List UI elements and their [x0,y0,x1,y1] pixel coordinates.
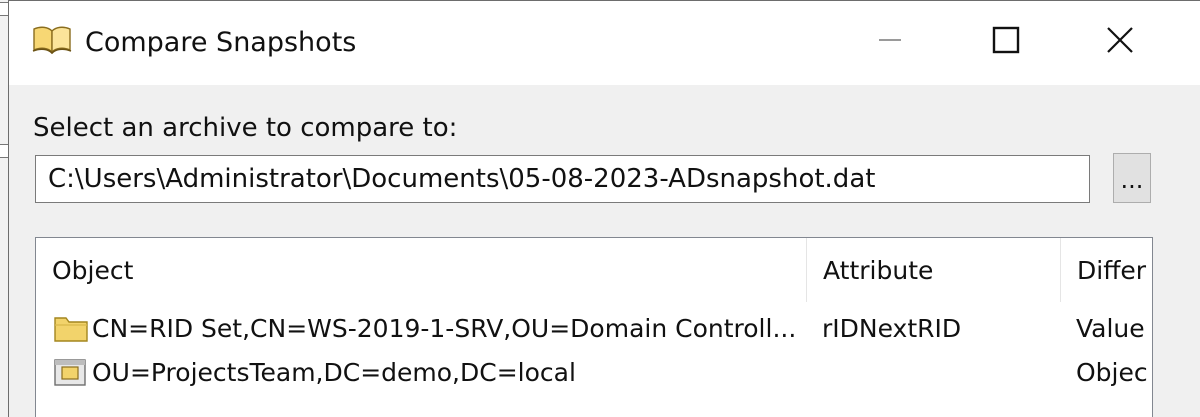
column-header-object[interactable]: Object [36,238,806,302]
archive-path-input[interactable] [35,155,1090,203]
folder-icon [54,317,88,342]
list-item[interactable]: OU=ProjectsTeam,DC=demo,DC=local Objec [36,350,1152,394]
minimize-button[interactable] [859,9,921,71]
close-button[interactable] [1089,9,1151,71]
object-dn: CN=RID Set,CN=WS-2019-1-SRV,OU=Domain Co… [92,313,797,343]
close-icon [1107,27,1133,53]
difference-cell: Value [1076,313,1145,343]
organizational-unit-icon [54,359,86,386]
object-cell: OU=ProjectsTeam,DC=demo,DC=local [52,350,804,394]
maximize-button[interactable] [975,9,1037,71]
compare-snapshots-dialog: Compare Snapshots Select an archive to c… [8,0,1200,417]
archive-prompt-label: Select an archive to compare to: [33,113,458,143]
list-header: Object Attribute Differ [36,238,1152,302]
maximize-icon [992,26,1020,54]
column-header-difference[interactable]: Differ [1060,238,1152,302]
column-header-attribute[interactable]: Attribute [806,238,1060,302]
browse-button[interactable]: ... [1113,153,1151,203]
differences-list[interactable]: Object Attribute Differ CN=RID Set,CN=WS… [35,237,1153,417]
attribute-cell [822,350,1052,394]
title-bar[interactable]: Compare Snapshots [9,1,1200,85]
difference-cell: Objec [1076,357,1148,387]
open-book-icon [32,26,72,55]
attribute-cell: rIDNextRID [822,313,962,343]
object-dn: OU=ProjectsTeam,DC=demo,DC=local [92,357,576,387]
object-cell: CN=RID Set,CN=WS-2019-1-SRV,OU=Domain Co… [52,306,804,350]
minimize-icon [879,39,901,41]
list-item[interactable]: CN=RID Set,CN=WS-2019-1-SRV,OU=Domain Co… [36,306,1152,350]
window-title: Compare Snapshots [85,27,357,58]
dialog-body: Select an archive to compare to: ... Obj… [9,85,1200,417]
